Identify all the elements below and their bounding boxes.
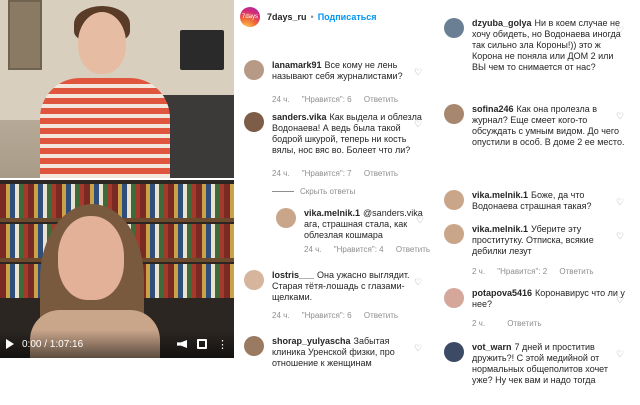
comment-likes[interactable]: "Нравится": 7 <box>302 169 352 178</box>
person-striped-shirt <box>40 78 170 178</box>
comment-time: 24 ч. <box>304 245 322 254</box>
comment-meta: 24 ч. "Нравится": 6 Ответить <box>272 310 408 321</box>
comment-meta: 2 ч. Ответить <box>472 318 552 329</box>
separator-dot: • <box>310 12 314 22</box>
comment-time: 24 ч. <box>272 95 290 104</box>
comment-username[interactable]: sofina246 <box>472 104 514 114</box>
post-header: 7days 7days_ru • Подписаться <box>240 6 377 28</box>
comment-time: 24 ч. <box>272 169 290 178</box>
comment-username[interactable]: vika.melnik.1 <box>472 224 528 234</box>
reply-button[interactable]: Ответить <box>364 95 398 104</box>
comment-username[interactable]: vot_warn <box>472 342 512 352</box>
comment-username[interactable]: vika.melnik.1 <box>472 190 528 200</box>
comment-avatar[interactable] <box>444 224 464 244</box>
comment-meta: 2 ч. "Нравится": 2 Ответить <box>472 266 604 277</box>
comment-avatar[interactable] <box>444 342 464 362</box>
comment-likes[interactable]: "Нравится": 6 <box>302 95 352 104</box>
reply-button[interactable]: Ответить <box>507 319 541 328</box>
more-options-icon[interactable]: ⋮ <box>217 338 228 351</box>
comment-username[interactable]: lanamark91 <box>272 60 322 70</box>
comment-username[interactable]: vika.melnik.1 <box>304 208 360 218</box>
comment-username[interactable]: sanders.vika <box>272 112 327 122</box>
video-frame-top[interactable] <box>0 0 234 178</box>
video-controls: 0:00 / 1:07:16 ⋮ <box>0 330 234 358</box>
like-heart-icon[interactable]: ♡ <box>616 350 624 359</box>
comment-username[interactable]: dzyuba_golya <box>472 18 532 28</box>
comment-avatar[interactable] <box>244 336 264 356</box>
like-heart-icon[interactable]: ♡ <box>414 278 422 287</box>
comment-avatar[interactable] <box>444 104 464 124</box>
like-heart-icon[interactable]: ♡ <box>414 120 422 129</box>
like-heart-icon[interactable]: ♡ <box>416 216 424 225</box>
volume-icon[interactable] <box>177 340 187 348</box>
comment-avatar[interactable] <box>244 112 264 132</box>
background-monitor <box>180 30 224 70</box>
comment-likes[interactable]: "Нравится": 4 <box>334 245 384 254</box>
comment-likes[interactable]: "Нравится": 2 <box>497 267 547 276</box>
comment-avatar[interactable] <box>444 190 464 210</box>
comment-avatar[interactable] <box>244 60 264 80</box>
like-heart-icon[interactable]: ♡ <box>616 112 624 121</box>
comment-avatar[interactable] <box>244 270 264 290</box>
video-time: 0:00 / 1:07:16 <box>22 338 84 350</box>
comment-username[interactable]: potapova5416 <box>472 288 532 298</box>
like-heart-icon[interactable]: ♡ <box>616 198 624 207</box>
comment-meta: 24 ч. "Нравится": 6 Ответить <box>272 94 408 105</box>
comment-username[interactable]: lostris___ <box>272 270 314 280</box>
reply-button[interactable]: Ответить <box>364 311 398 320</box>
like-heart-icon[interactable]: ♡ <box>414 344 422 353</box>
play-icon[interactable] <box>6 339 14 349</box>
comment-meta: 24 ч. "Нравится": 7 Ответить <box>272 168 408 179</box>
person-face <box>78 12 126 74</box>
comment-username[interactable]: shorap_yulyascha <box>272 336 351 346</box>
reply-button[interactable]: Ответить <box>364 169 398 178</box>
background-window <box>8 0 42 70</box>
reply-button[interactable]: Ответить <box>559 267 593 276</box>
comment-meta: 24 ч. "Нравится": 4 Ответить <box>304 244 440 255</box>
fullscreen-icon[interactable] <box>197 339 207 349</box>
like-heart-icon[interactable]: ♡ <box>616 26 624 35</box>
video-frame-bottom[interactable]: 0:00 / 1:07:16 ⋮ <box>0 180 234 358</box>
account-avatar[interactable]: 7days <box>240 7 260 27</box>
follow-button[interactable]: Подписаться <box>318 12 377 22</box>
comment-time: 2 ч. <box>472 267 486 276</box>
comment-likes[interactable]: "Нравится": 6 <box>302 311 352 320</box>
comment-time: 2 ч. <box>472 319 486 328</box>
comment-avatar[interactable] <box>444 288 464 308</box>
comment-avatar[interactable] <box>444 18 464 38</box>
person-face <box>58 216 124 300</box>
hide-replies-button[interactable]: Скрыть ответы <box>272 186 355 197</box>
comment-time: 24 ч. <box>272 311 290 320</box>
like-heart-icon[interactable]: ♡ <box>616 232 624 241</box>
reply-button[interactable]: Ответить <box>396 245 430 254</box>
account-username[interactable]: 7days_ru <box>267 12 307 22</box>
comment-avatar[interactable] <box>276 208 296 228</box>
like-heart-icon[interactable]: ♡ <box>616 296 624 305</box>
like-heart-icon[interactable]: ♡ <box>414 68 422 77</box>
